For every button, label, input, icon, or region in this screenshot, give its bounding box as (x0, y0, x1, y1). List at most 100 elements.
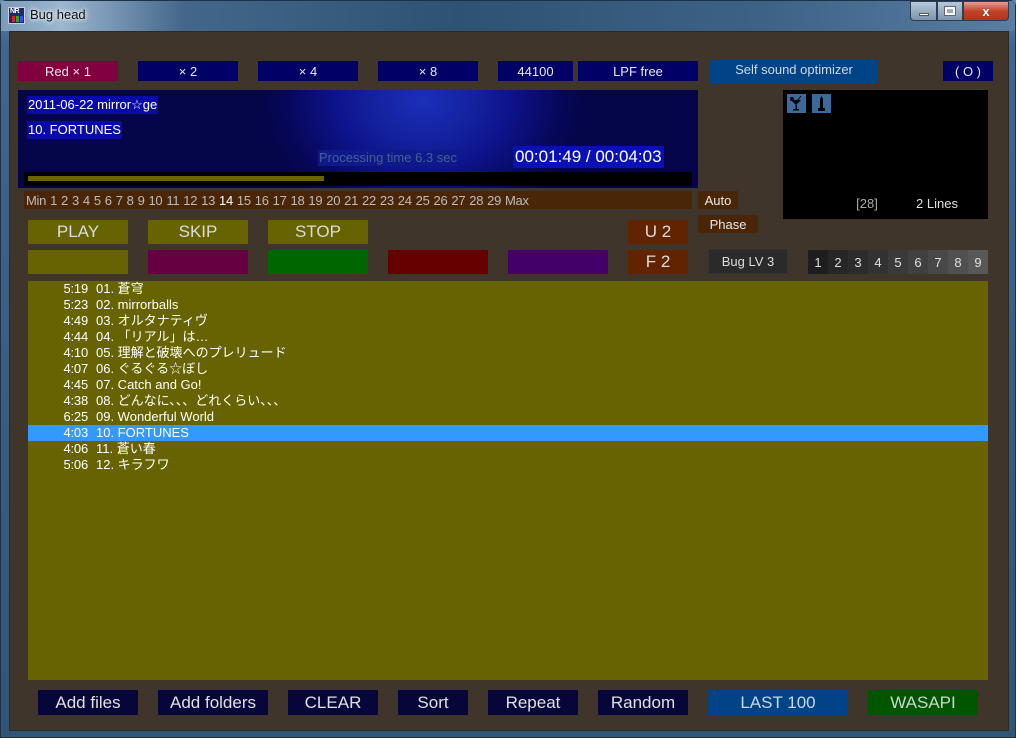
x2-button[interactable]: × 2 (138, 61, 238, 81)
bug-level-option[interactable]: 6 (908, 250, 928, 274)
track-title: 08. どんなに、、、どれくらい、、、 (96, 393, 287, 408)
auto-button[interactable]: Auto (698, 191, 738, 209)
track-duration: 5:06 (63, 457, 88, 472)
repeat-button[interactable]: Repeat (488, 690, 578, 715)
close-button[interactable]: x (963, 1, 1009, 21)
level-option[interactable]: 29 (485, 193, 503, 208)
minimize-icon (918, 12, 929, 16)
f2-button[interactable]: F 2 (628, 250, 688, 274)
level-option[interactable]: 14 (217, 193, 235, 208)
color-swatch-olive[interactable] (28, 250, 128, 274)
level-option[interactable]: 22 (360, 193, 378, 208)
playlist-row[interactable]: 4:45 07. Catch and Go! (28, 377, 988, 393)
level-option[interactable]: 12 (181, 193, 199, 208)
track-duration: 4:07 (63, 361, 88, 376)
bug-level-option[interactable]: 7 (928, 250, 948, 274)
level-option[interactable]: 18 (289, 193, 307, 208)
lpf-button[interactable]: LPF free (578, 61, 698, 81)
level-option[interactable]: 15 (235, 193, 253, 208)
level-option[interactable]: 16 (253, 193, 271, 208)
track-title: 09. Wonderful World (96, 409, 215, 424)
playlist-row[interactable]: 5:23 02. mirrorballs (28, 297, 988, 313)
level-option[interactable]: 8 (125, 193, 136, 208)
cocktail-icon[interactable] (787, 94, 806, 113)
tower-icon[interactable] (812, 94, 831, 113)
color-swatch-green[interactable] (268, 250, 368, 274)
level-option[interactable]: 7 (114, 193, 125, 208)
level-option[interactable]: 9 (136, 193, 147, 208)
track-duration: 6:25 (63, 409, 88, 424)
level-option[interactable]: 13 (199, 193, 217, 208)
level-option[interactable]: 5 (92, 193, 103, 208)
level-option[interactable]: 1 (48, 193, 59, 208)
level-option[interactable]: 2 (59, 193, 70, 208)
color-swatch-purple[interactable] (508, 250, 608, 274)
level-option[interactable]: 10 (147, 193, 165, 208)
stop-button[interactable]: STOP (268, 220, 368, 244)
track-duration: 4:49 (63, 313, 88, 328)
lines-label: 2 Lines (916, 195, 958, 211)
play-button[interactable]: PLAY (28, 220, 128, 244)
level-option[interactable]: 23 (378, 193, 396, 208)
bug-level-option[interactable]: 2 (828, 250, 848, 274)
bug-level-option[interactable]: 5 (888, 250, 908, 274)
app-logo-icon: NR (8, 7, 25, 24)
bug-level-option[interactable]: 1 (808, 250, 828, 274)
bug-level-option[interactable]: 4 (868, 250, 888, 274)
level-option[interactable]: 6 (103, 193, 114, 208)
level-option[interactable]: Min (24, 193, 48, 208)
level-option[interactable]: 3 (70, 193, 81, 208)
skip-button[interactable]: SKIP (148, 220, 248, 244)
progress-bar[interactable] (24, 172, 692, 186)
last-100-button[interactable]: LAST 100 (708, 690, 848, 715)
level-option[interactable]: 20 (324, 193, 342, 208)
self-sound-optimizer-button[interactable]: Self sound optimizer (710, 60, 878, 84)
level-option[interactable]: 24 (396, 193, 414, 208)
wasapi-button[interactable]: WASAPI (868, 690, 978, 715)
track-title: 01. 蒼穹 (96, 281, 144, 296)
level-option[interactable]: 27 (449, 193, 467, 208)
red-x1-button[interactable]: Red × 1 (18, 61, 118, 81)
sample-rate-button[interactable]: 44100 (498, 61, 573, 81)
x4-button[interactable]: × 4 (258, 61, 358, 81)
track-title: 07. Catch and Go! (96, 377, 202, 392)
playlist-row[interactable]: 4:07 06. ぐるぐる☆ぼし (28, 361, 988, 377)
playlist-row[interactable]: 4:38 08. どんなに、、、どれくらい、、、 (28, 393, 988, 409)
level-option[interactable]: 4 (81, 193, 92, 208)
level-option[interactable]: 26 (432, 193, 450, 208)
level-option[interactable]: 19 (306, 193, 324, 208)
color-swatch-red[interactable] (388, 250, 488, 274)
level-option[interactable]: 17 (271, 193, 289, 208)
playlist-row[interactable]: 4:06 11. 蒼い春 (28, 441, 988, 457)
phase-button[interactable]: Phase (698, 215, 758, 233)
playlist-row[interactable]: 5:06 12. キラフワ (28, 457, 988, 473)
maximize-button[interactable] (937, 1, 963, 21)
playlist[interactable]: 5:19 01. 蒼穹 5:23 02. mirrorballs 4:49 03. オルタ… (28, 281, 988, 680)
add-folders-button[interactable]: Add folders (158, 690, 268, 715)
bug-level-option[interactable]: 9 (968, 250, 988, 274)
bug-level-option[interactable]: 3 (848, 250, 868, 274)
level-option[interactable]: Max (503, 193, 531, 208)
bug-level-option[interactable]: 8 (948, 250, 968, 274)
u2-button[interactable]: U 2 (628, 220, 688, 244)
level-option[interactable]: 28 (467, 193, 485, 208)
title-bar[interactable]: NR Bug head x (1, 1, 1015, 31)
playlist-row[interactable]: 6:25 09. Wonderful World (28, 409, 988, 425)
add-files-button[interactable]: Add files (38, 690, 138, 715)
minimize-button[interactable] (910, 1, 937, 21)
level-option[interactable]: 11 (164, 193, 181, 208)
color-swatch-magenta[interactable] (148, 250, 248, 274)
playlist-row[interactable]: 4:49 03. オルタナティヴ (28, 313, 988, 329)
random-button[interactable]: Random (598, 690, 688, 715)
track-title: 04. 「リアル」は… (96, 329, 209, 344)
playlist-row[interactable]: 4:44 04. 「リアル」は… (28, 329, 988, 345)
playlist-row[interactable]: 4:10 05. 理解と破壊へのプレリュード (28, 345, 988, 361)
playlist-row[interactable]: 5:19 01. 蒼穹 (28, 281, 988, 297)
sort-button[interactable]: Sort (398, 690, 468, 715)
level-option[interactable]: 25 (414, 193, 432, 208)
x8-button[interactable]: × 8 (378, 61, 478, 81)
level-option[interactable]: 21 (342, 193, 360, 208)
clear-button[interactable]: CLEAR (288, 690, 378, 715)
playlist-row[interactable]: 4:03 10. FORTUNES (28, 425, 988, 441)
o-button[interactable]: ( O ) (943, 61, 993, 81)
